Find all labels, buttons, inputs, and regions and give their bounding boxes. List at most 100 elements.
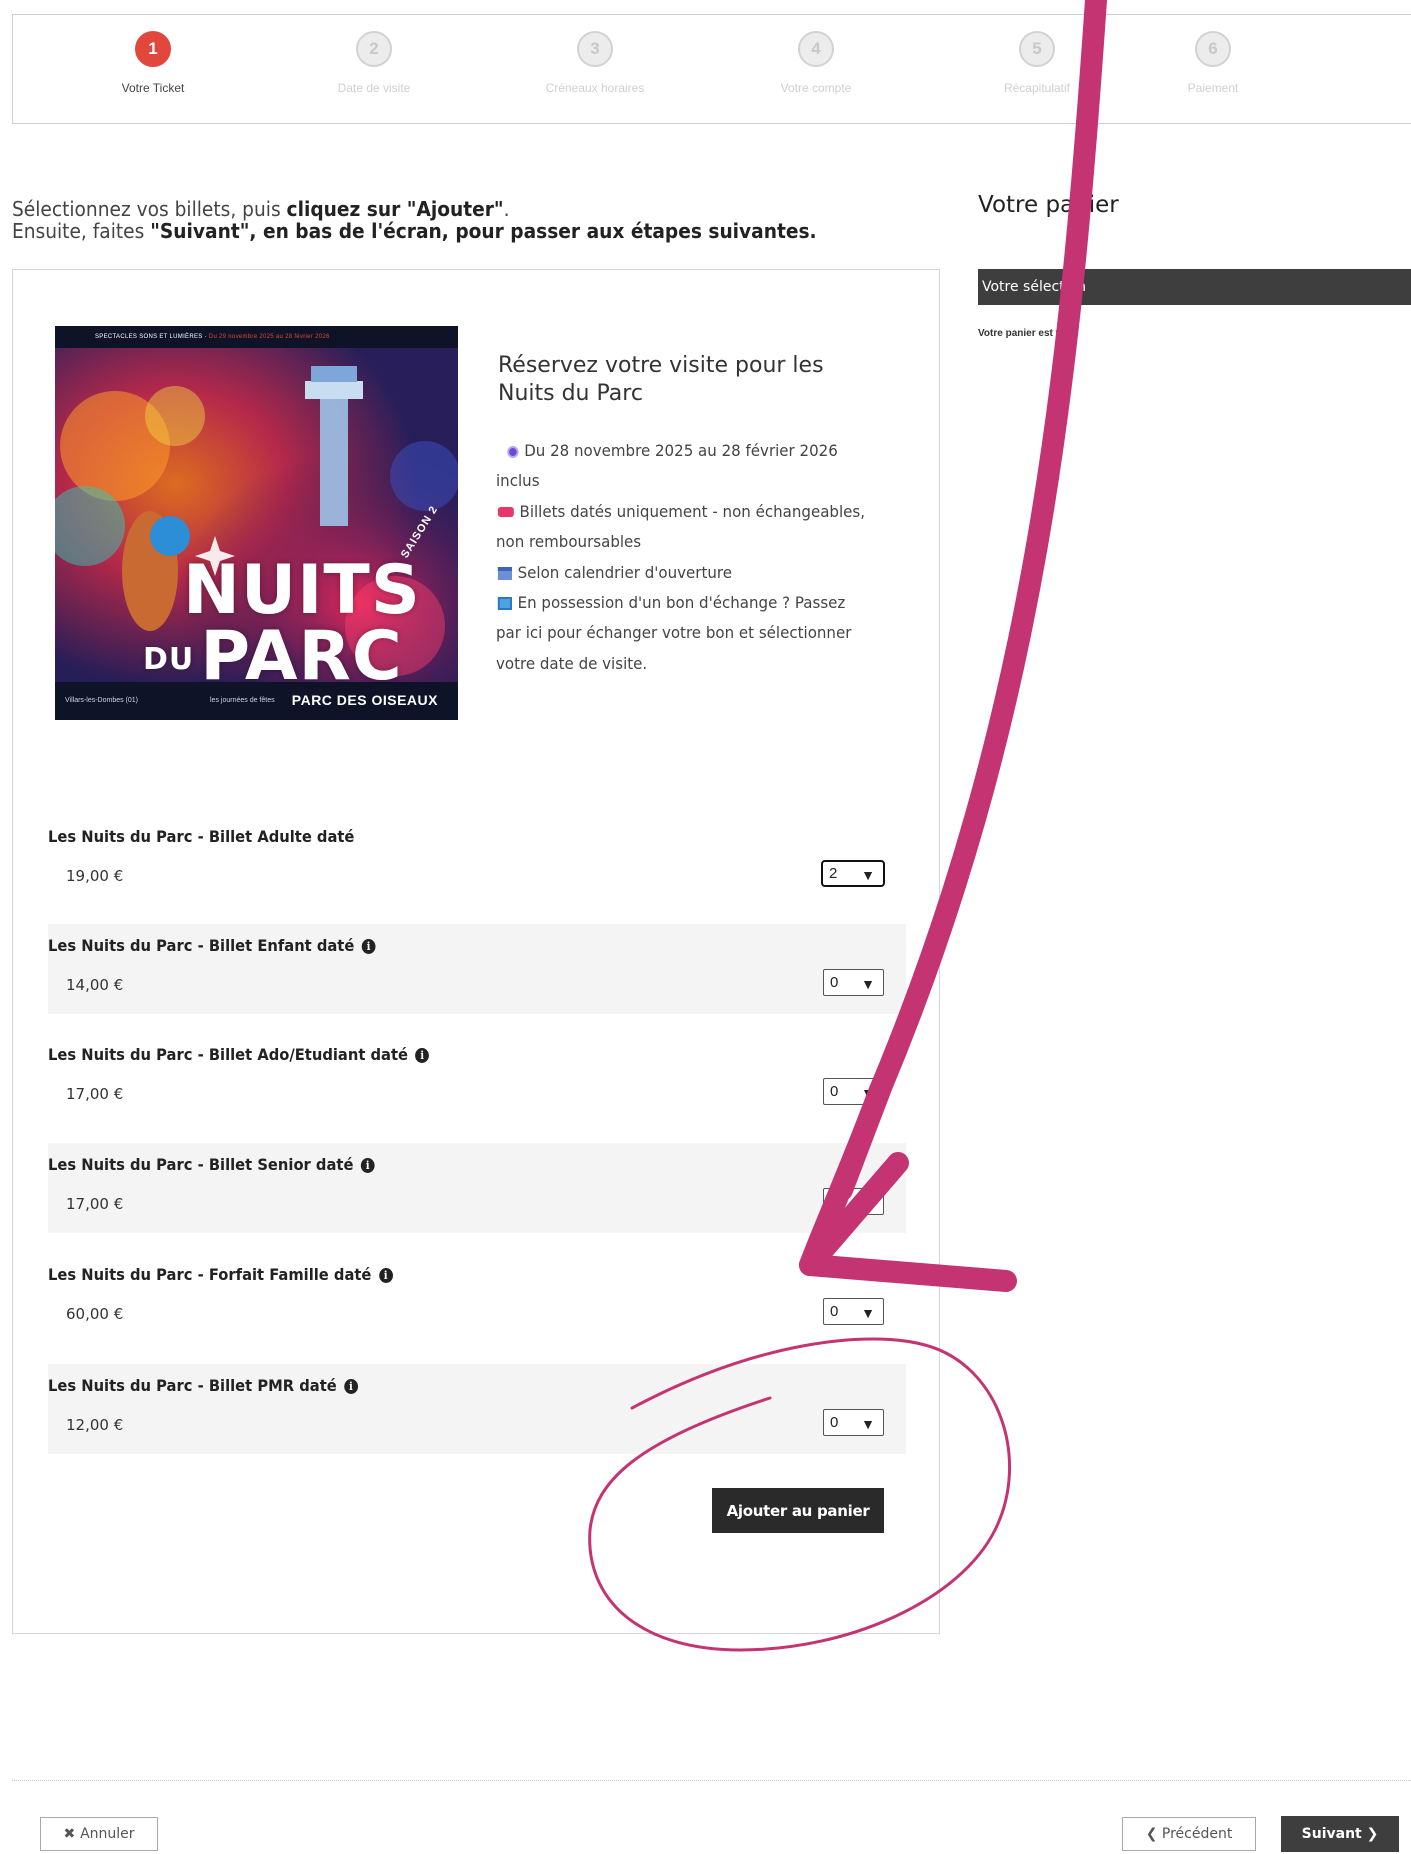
- poster-location: Villars-les-Dombes (01): [65, 697, 139, 704]
- event-calendar-note-text: Selon calendrier d'ouverture: [517, 562, 732, 582]
- close-icon: ✖: [63, 1826, 81, 1842]
- poster-header: SPECTACLES SONS ET LUMIÈRES · Du 29 nove…: [55, 326, 458, 348]
- event-tickets-note-text: Billets datés uniquement - non échangeab…: [496, 501, 866, 552]
- instruction-emphasis: "Suivant", en bas de l'écran, pour passe…: [150, 219, 817, 243]
- ticket-row-pmr: Les Nuits du Parc - Billet PMR daté i 12,…: [48, 1364, 906, 1454]
- poster-logo: PARC DES OISEAUX: [291, 692, 438, 708]
- event-info: Du 28 novembre 2025 au 28 février 2026 i…: [496, 436, 872, 679]
- add-to-cart-button[interactable]: Ajouter au panier: [712, 1488, 884, 1533]
- quantity-select[interactable]: 0 ▼: [823, 1188, 884, 1215]
- quantity-value: 2: [829, 865, 838, 882]
- quantity-value: 0: [830, 1414, 839, 1431]
- cart-selection-header: Votre sélection: [978, 269, 1411, 305]
- next-button-label: Suivant: [1301, 1826, 1362, 1842]
- poster-header-dates: Du 29 novembre 2025 au 28 février 2026: [208, 334, 330, 340]
- step-votre-ticket: 1 Votre Ticket: [68, 31, 238, 95]
- clock-icon: [507, 445, 519, 458]
- step-number: 3: [577, 31, 613, 67]
- event-dates: Du 28 novembre 2025 au 28 février 2026 i…: [496, 436, 872, 497]
- info-icon[interactable]: i: [378, 1268, 393, 1283]
- ticket-row-ado-etudiant: Les Nuits du Parc - Billet Ado/Etudiant …: [48, 1033, 906, 1123]
- ticket-price: 60,00 €: [66, 1305, 124, 1323]
- cart-empty-message: Votre panier est vide: [978, 328, 1076, 339]
- chevron-down-icon: ▼: [861, 1085, 875, 1101]
- ticket-row-famille: Les Nuits du Parc - Forfait Famille daté…: [48, 1253, 906, 1343]
- ticket-price: 14,00 €: [66, 976, 124, 994]
- info-icon[interactable]: i: [415, 1048, 430, 1063]
- step-label: Paiement: [1187, 81, 1239, 95]
- ticket-row-senior: Les Nuits du Parc - Billet Senior daté i …: [48, 1143, 906, 1233]
- step-number: 4: [798, 31, 834, 67]
- ticket-name-text: Les Nuits du Parc - Billet Ado/Etudiant …: [48, 1045, 408, 1064]
- cancel-button-label: Annuler: [80, 1826, 135, 1842]
- quantity-value: 0: [830, 1303, 839, 1320]
- event-calendar-note: Selon calendrier d'ouverture: [496, 558, 872, 588]
- step-label: Date de visite: [337, 81, 411, 95]
- ticket-price: 19,00 €: [66, 867, 124, 885]
- info-icon[interactable]: i: [361, 939, 376, 954]
- instruction-text: .: [503, 197, 510, 221]
- poster-tagline: les journées de fêtes: [210, 697, 275, 704]
- instruction-emphasis: cliquez sur "Ajouter": [286, 197, 504, 221]
- ticket-row-enfant: Les Nuits du Parc - Billet Enfant daté i …: [48, 924, 906, 1014]
- poster-footer: Villars-les-Dombes (01) les journées de …: [55, 682, 458, 720]
- quantity-value: 0: [830, 1193, 839, 1210]
- ticket-price: 12,00 €: [66, 1416, 124, 1434]
- step-date-de-visite: 2 Date de visite: [289, 31, 459, 95]
- step-label: Votre Ticket: [121, 81, 185, 95]
- step-label: Récapitulatif: [1003, 81, 1071, 95]
- quantity-select[interactable]: 2 ▼: [821, 860, 885, 887]
- chevron-right-icon: ❯: [1361, 1826, 1379, 1842]
- step-recapitulatif: 5 Récapitulatif: [952, 31, 1122, 95]
- chevron-down-icon: ▼: [861, 1305, 875, 1321]
- ticket-price: 17,00 €: [66, 1085, 124, 1103]
- event-exchange-note-text[interactable]: En possession d'un bon d'échange ? Passe…: [496, 593, 851, 673]
- chevron-down-icon: ▼: [861, 1416, 875, 1432]
- step-number: 2: [356, 31, 392, 67]
- step-votre-compte: 4 Votre compte: [731, 31, 901, 95]
- chevron-left-icon: ❮: [1145, 1826, 1162, 1842]
- ticket-name-text: Les Nuits du Parc - Forfait Famille daté: [48, 1265, 372, 1284]
- ticket-name-text: Les Nuits du Parc - Billet Adulte daté: [48, 827, 355, 846]
- quantity-select[interactable]: 0 ▼: [823, 1409, 884, 1436]
- ticket-name: Les Nuits du Parc - Forfait Famille daté…: [48, 1265, 393, 1284]
- chevron-down-icon: ▼: [861, 1195, 875, 1211]
- poster-title-line-1: NUITS: [183, 551, 421, 630]
- event-tickets-note: Billets datés uniquement - non échangeab…: [496, 497, 872, 558]
- voucher-icon: [497, 597, 512, 611]
- ticket-name: Les Nuits du Parc - Billet Ado/Etudiant …: [48, 1045, 430, 1064]
- step-number: 6: [1195, 31, 1231, 67]
- ticket-name-text: Les Nuits du Parc - Billet Enfant daté: [48, 936, 355, 955]
- chevron-down-icon: ▼: [861, 976, 875, 992]
- info-icon[interactable]: i: [360, 1158, 375, 1173]
- instruction-text: Sélectionnez vos billets, puis: [12, 197, 287, 221]
- instructions-line-2: Ensuite, faites "Suivant", en bas de l'é…: [12, 220, 817, 242]
- step-label: Créneaux horaires: [545, 81, 645, 95]
- step-number: 1: [135, 31, 171, 67]
- footer-divider: [12, 1780, 1411, 1781]
- poster-title: NUITS DUPARC: [143, 551, 421, 693]
- quantity-value: 0: [830, 974, 839, 991]
- instructions: Sélectionnez vos billets, puis cliquez s…: [12, 198, 817, 242]
- poster-title-du: DU: [143, 642, 195, 678]
- quantity-select[interactable]: 0 ▼: [823, 1078, 884, 1105]
- quantity-value: 0: [830, 1083, 839, 1100]
- cancel-button[interactable]: ✖ Annuler: [40, 1817, 158, 1851]
- calendar-icon: [497, 566, 512, 580]
- ticket-name: Les Nuits du Parc - Billet Adulte daté: [48, 827, 354, 846]
- ticket-name: Les Nuits du Parc - Billet Senior daté i: [48, 1155, 375, 1174]
- cart-title: Votre panier: [978, 192, 1119, 218]
- previous-button[interactable]: ❮ Précédent: [1122, 1817, 1256, 1851]
- event-dates-text: Du 28 novembre 2025 au 28 février 2026 i…: [496, 441, 838, 491]
- poster-header-text: SPECTACLES SONS ET LUMIÈRES ·: [95, 334, 209, 340]
- event-title: Réservez votre visite pour les Nuits du …: [498, 353, 824, 406]
- quantity-select[interactable]: 0 ▼: [823, 1298, 884, 1325]
- info-icon[interactable]: i: [344, 1379, 358, 1394]
- ticket-price: 17,00 €: [66, 1195, 124, 1213]
- next-button[interactable]: Suivant ❯: [1281, 1816, 1399, 1852]
- step-creneaux-horaires: 3 Créneaux horaires: [510, 31, 680, 95]
- event-exchange-note[interactable]: En possession d'un bon d'échange ? Passe…: [496, 588, 872, 679]
- quantity-select[interactable]: 0 ▼: [823, 969, 884, 996]
- ticket-icon: [497, 507, 514, 518]
- previous-button-label: Précédent: [1161, 1826, 1233, 1842]
